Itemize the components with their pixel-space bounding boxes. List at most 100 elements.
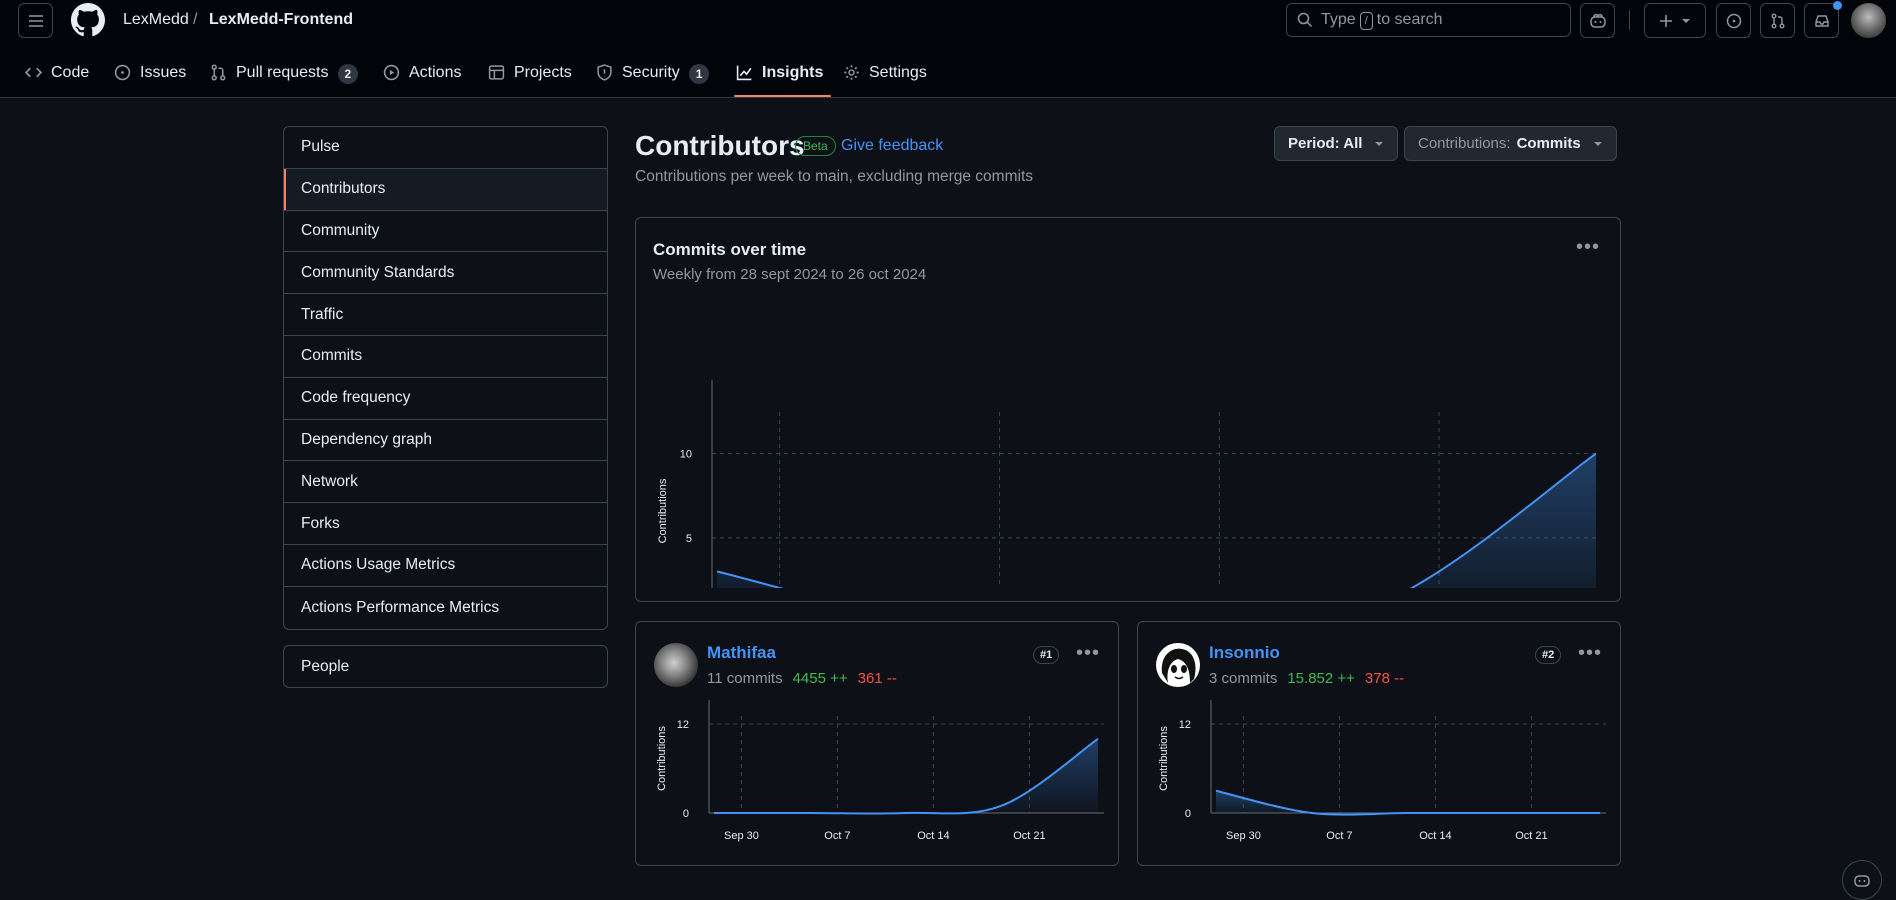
series-area xyxy=(717,453,1596,588)
contributor-card: Insonnio 3 commits 15.852 ++ 378 -- #2 •… xyxy=(1137,621,1621,866)
tab-label: Pull requests xyxy=(236,64,329,81)
sidebar-item-actions-performance-metrics[interactable]: Actions Performance Metrics xyxy=(284,587,607,629)
page-subtitle: Contributions per week to main, excludin… xyxy=(635,168,1034,185)
security-count-badge: 1 xyxy=(688,64,710,84)
contributions-label: Contributions: xyxy=(1418,135,1511,152)
menu-icon[interactable] xyxy=(18,3,53,38)
sidebar-item-community-standards[interactable]: Community Standards xyxy=(284,252,607,295)
copilot-chat-button[interactable] xyxy=(1842,860,1882,900)
additions-count: 15.852 ++ xyxy=(1287,670,1355,687)
search-placeholder-pre: Type xyxy=(1321,10,1356,28)
tab-label: Code xyxy=(51,64,90,81)
series-area xyxy=(1216,790,1600,815)
graph-icon xyxy=(736,65,752,81)
x-tick-label: Oct 7 xyxy=(1326,830,1352,842)
search-icon xyxy=(1297,12,1313,28)
y-tick-label: 12 xyxy=(677,719,689,731)
sidebar-item-contributors[interactable]: Contributors xyxy=(284,168,607,211)
sidebar-item-code-frequency[interactable]: Code frequency xyxy=(284,378,607,420)
tab-label: Security xyxy=(622,64,680,81)
search-placeholder-post: to search xyxy=(1376,10,1443,28)
tab-insights[interactable]: Insights xyxy=(733,50,832,97)
chevron-down-icon xyxy=(1375,141,1384,146)
plus-icon xyxy=(1660,14,1672,27)
y-axis-label: Contributions xyxy=(657,478,669,543)
y-tick-label: 10 xyxy=(680,449,692,461)
rank-badge: #1 xyxy=(1033,646,1060,664)
kebab-horizontal-icon[interactable]: ••• xyxy=(1578,643,1602,663)
chart-subtitle: Weekly from 28 sept 2024 to 26 oct 2024 xyxy=(653,266,927,283)
copilot-icon xyxy=(1854,875,1870,887)
notification-dot xyxy=(1833,1,1842,10)
search-shortcut-key: / xyxy=(1359,11,1373,30)
tab-pull-requests[interactable]: Pull requests 2 xyxy=(210,50,359,96)
code-icon xyxy=(25,67,42,78)
period-label: Period: All xyxy=(1288,135,1363,152)
x-tick-label: Sep 30 xyxy=(724,830,759,842)
contributor-card: Mathifaa 11 commits 4455 ++ 361 -- #1 ••… xyxy=(635,621,1119,866)
y-tick-label: 5 xyxy=(686,533,692,545)
sidebar-item-actions-usage-metrics[interactable]: Actions Usage Metrics xyxy=(284,545,607,587)
sidebar-item-commits[interactable]: Commits xyxy=(284,336,607,378)
sidebar-item-people[interactable]: People xyxy=(283,645,608,688)
copilot-icon[interactable] xyxy=(1580,3,1615,38)
breadcrumb-separator: / xyxy=(193,11,198,28)
give-feedback-link[interactable]: Give feedback xyxy=(841,137,943,155)
breadcrumb-owner[interactable]: LexMedd xyxy=(123,11,189,29)
x-tick-label: Oct 14 xyxy=(917,830,949,842)
x-tick-label: Sep 30 xyxy=(1226,830,1261,842)
insights-sidebar: Pulse Contributors Community Community S… xyxy=(283,126,608,630)
commits-over-time-panel: Commits over time Weekly from 28 sept 20… xyxy=(635,217,1621,602)
contributor-stats: 3 commits 15.852 ++ 378 -- xyxy=(1209,670,1404,687)
page-title: Contributors xyxy=(635,130,805,161)
tab-label: Insights xyxy=(762,64,824,81)
sidebar-item-pulse[interactable]: Pulse xyxy=(284,127,607,169)
x-tick-label: Oct 21 xyxy=(1013,830,1045,842)
breadcrumb-repo[interactable]: LexMedd-Frontend xyxy=(209,11,353,29)
tab-actions[interactable]: Actions xyxy=(383,50,461,96)
tab-settings[interactable]: Settings xyxy=(843,50,927,96)
y-tick-label: 0 xyxy=(1185,808,1191,820)
tab-code[interactable]: Code xyxy=(25,50,89,96)
avatar[interactable] xyxy=(654,643,698,687)
commit-count: 11 commits xyxy=(707,670,783,687)
tab-issues[interactable]: Issues xyxy=(114,50,186,96)
create-new-button[interactable] xyxy=(1644,3,1706,38)
issues-icon[interactable] xyxy=(1716,3,1751,38)
contributor-name-link[interactable]: Mathifaa xyxy=(707,643,776,663)
play-icon xyxy=(383,64,400,81)
tab-label: Actions xyxy=(409,64,462,81)
sidebar-item-community[interactable]: Community xyxy=(284,211,607,253)
divider xyxy=(1629,10,1630,30)
user-avatar[interactable] xyxy=(1851,3,1886,38)
kebab-horizontal-icon[interactable]: ••• xyxy=(1576,237,1600,257)
tab-label: Settings xyxy=(869,64,927,81)
sidebar-item-dependency-graph[interactable]: Dependency graph xyxy=(284,420,607,462)
contributor-name-link[interactable]: Insonnio xyxy=(1209,643,1280,663)
y-axis-label: Contributions xyxy=(656,726,668,791)
sidebar-item-forks[interactable]: Forks xyxy=(284,503,607,545)
github-logo-icon[interactable] xyxy=(71,3,105,37)
table-icon xyxy=(488,65,505,80)
deletions-count: 378 -- xyxy=(1364,670,1405,687)
git-pull-request-icon xyxy=(211,64,226,81)
rank-badge: #2 xyxy=(1535,646,1562,664)
avatar[interactable] xyxy=(1156,643,1200,687)
y-tick-label: 12 xyxy=(1179,719,1191,731)
sidebar-item-network[interactable]: Network xyxy=(284,461,607,504)
tab-projects[interactable]: Projects xyxy=(488,50,572,96)
contributions-dropdown[interactable]: Contributions: Commits xyxy=(1404,126,1617,161)
top-bar: LexMedd / LexMedd-Frontend Type / to searc… xyxy=(0,0,1896,98)
tab-security[interactable]: Security 1 xyxy=(596,50,710,96)
period-dropdown[interactable]: Period: All xyxy=(1274,126,1399,161)
pull-requests-icon[interactable] xyxy=(1760,3,1795,38)
y-tick-label: 0 xyxy=(683,808,689,820)
contributor-chart: 0 12 Sep 30 Oct 7 Oct 14 Oct 21 Contributions xyxy=(1158,700,1606,842)
sidebar-item-traffic[interactable]: Traffic xyxy=(284,294,607,336)
search-input[interactable]: Type / to search xyxy=(1286,3,1571,37)
pull-requests-count-badge: 2 xyxy=(337,64,359,84)
kebab-horizontal-icon[interactable]: ••• xyxy=(1076,643,1100,663)
contributor-stats: 11 commits 4455 ++ 361 -- xyxy=(707,670,897,687)
beta-badge: Beta xyxy=(795,136,836,156)
commits-over-time-chart: 0510Sep 30Oct 7Oct 14Oct 21Contributions xyxy=(657,380,1596,588)
